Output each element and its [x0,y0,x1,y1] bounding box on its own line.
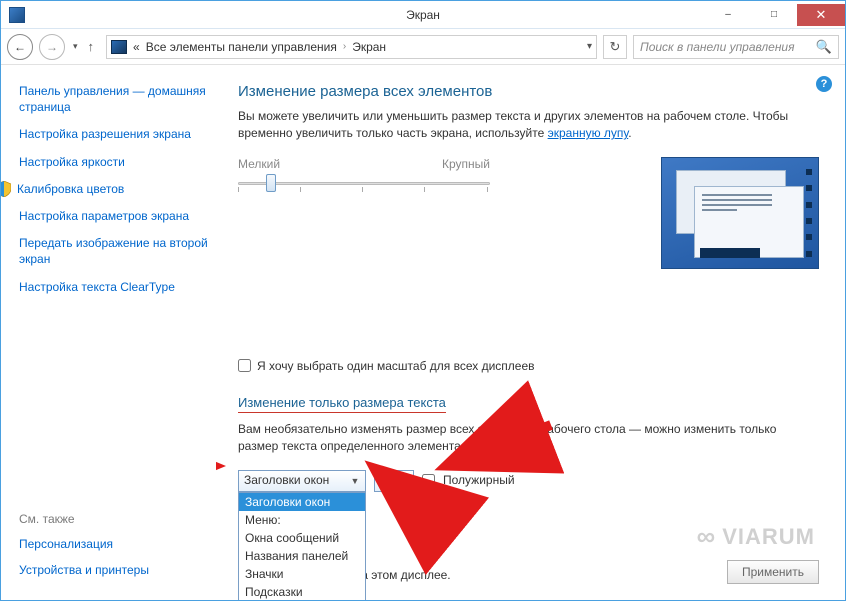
app-icon [9,7,25,23]
one-scale-label: Я хочу выбрать один масштаб для всех дис… [257,359,535,373]
sidebar-item-resolution[interactable]: Настройка разрешения экрана [19,126,208,142]
watermark: ∞ VIARUM [697,521,815,552]
slider-thumb[interactable] [266,174,276,192]
section-heading: Изменение размера всех элементов [238,83,819,100]
breadcrumb-sep: › [343,41,346,52]
slider-min-label: Мелкий [238,157,280,171]
font-size-value: 11 [380,473,392,487]
intro-paragraph: Вы можете увеличить или уменьшить размер… [238,108,819,143]
dropdown-option[interactable]: Меню: [239,511,365,529]
dropdown-option[interactable]: Окна сообщений [239,529,365,547]
subsection-heading: Изменение только размера текста [238,395,446,413]
sidebar-item-screen-params[interactable]: Настройка параметров экрана [19,208,208,224]
sidebar: Панель управления — домашняя страница На… [1,65,216,600]
sidebar-item-project[interactable]: Передать изображение на второй экран [19,235,208,267]
nav-history-dropdown[interactable]: ▾ [73,41,78,52]
element-type-combo[interactable]: Заголовки окон ▼ [238,470,366,492]
search-placeholder: Поиск в панели управления [640,40,795,54]
bold-checkbox[interactable] [422,474,435,487]
crumb-prefix: « [133,40,140,54]
search-input[interactable]: Поиск в панели управления 🔍 [633,35,839,59]
breadcrumb-item[interactable]: Все элементы панели управления [146,40,337,54]
sidebar-item-color-calibration[interactable]: Калибровка цветов [17,181,124,197]
content-pane: Изменение размера всех элементов Вы може… [216,65,845,600]
minimize-button[interactable]: – [705,4,751,26]
sidebar-item-cleartype[interactable]: Настройка текста ClearType [19,279,208,295]
magnifier-link[interactable]: экранную лупу [548,126,629,140]
size-slider[interactable] [238,173,490,193]
dropdown-option[interactable]: Значки [239,565,365,583]
slider-max-label: Крупный [442,157,490,171]
dropdown-option[interactable]: Заголовки окон [239,493,365,511]
see-also-personalization[interactable]: Персонализация [19,536,208,552]
breadcrumb-item[interactable]: Экран [352,40,386,54]
element-type-dropdown[interactable]: Заголовки окон Меню: Окна сообщений Назв… [238,492,366,600]
annotation-arrow [216,451,226,484]
apply-button[interactable]: Применить [727,560,819,584]
nav-up-button[interactable]: ↑ [88,39,95,54]
chevron-down-icon: ▼ [395,473,411,489]
sidebar-item-brightness[interactable]: Настройка яркости [19,154,208,170]
close-button[interactable]: ✕ [797,4,845,26]
subsection-paragraph: Вам необязательно изменять размер всех э… [238,421,819,456]
see-also-section: См. также Персонализация Устройства и пр… [19,498,208,588]
bold-label: Полужирный [443,473,515,487]
navbar: ← → ▾ ↑ « Все элементы панели управления… [1,29,845,65]
dropdown-option[interactable]: Названия панелей [239,547,365,565]
infinity-icon: ∞ [697,521,717,552]
folder-icon [111,40,127,54]
chevron-down-icon: ▼ [347,473,363,489]
address-bar[interactable]: « Все элементы панели управления › Экран… [106,35,597,59]
font-size-combo[interactable]: 11 ▼ [374,470,414,492]
shield-icon [1,181,11,197]
address-dropdown-icon[interactable]: ▾ [587,41,592,52]
sidebar-item-home[interactable]: Панель управления — домашняя страница [19,83,208,115]
see-also-devices[interactable]: Устройства и принтеры [19,562,208,578]
titlebar: Экран – □ ✕ [1,1,845,29]
see-also-heading: См. также [19,512,208,526]
refresh-button[interactable]: ↻ [603,35,627,59]
dropdown-option[interactable]: Подсказки [239,583,365,600]
nav-forward-button[interactable]: → [39,34,65,60]
preview-image [661,157,819,269]
nav-back-button[interactable]: ← [7,34,33,60]
maximize-button[interactable]: □ [751,4,797,26]
element-type-value: Заголовки окон [244,473,329,487]
one-scale-checkbox[interactable] [238,359,251,372]
search-icon[interactable]: 🔍 [816,39,832,55]
